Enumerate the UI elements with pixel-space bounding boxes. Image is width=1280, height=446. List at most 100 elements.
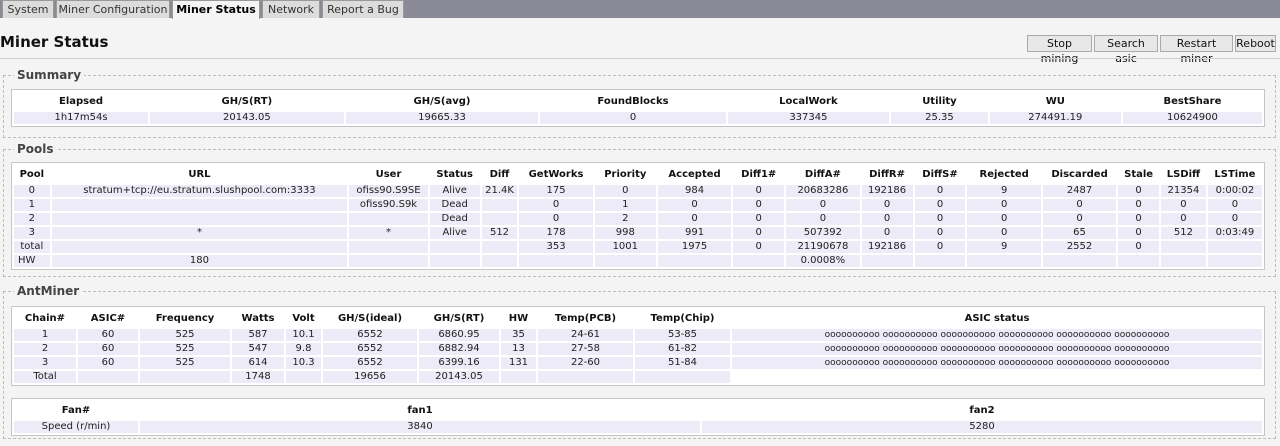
- pools-cell: 0: [1161, 213, 1206, 225]
- antminer-cell: 10.3: [286, 357, 321, 369]
- pools-cell: 0: [1207, 213, 1262, 225]
- asic-status: oooooooooo oooooooooo oooooooooo ooooooo…: [732, 329, 1262, 341]
- summary-cell: 274491.19: [989, 112, 1121, 124]
- pools-cell: 1975: [657, 241, 732, 253]
- pools-cell: [914, 255, 966, 267]
- pools-header: Stale: [1124, 168, 1154, 180]
- restart-miner-button[interactable]: Restart miner: [1160, 35, 1233, 65]
- pools-cell: 1: [594, 199, 656, 211]
- pools-cell: 9: [967, 241, 1041, 253]
- pools-cell: [1207, 241, 1262, 253]
- pools-cell: 984: [657, 185, 732, 197]
- pools-cell: total: [14, 241, 50, 253]
- pools-cell: 507392: [786, 227, 860, 239]
- pools-cell: 2487: [1042, 185, 1117, 197]
- pools-cell: 1001: [594, 241, 656, 253]
- pools-cell: 0: [594, 185, 656, 197]
- pools-total-row: total 353 1001 1975 0 21190678 192186 0 9 2552 0: [14, 241, 1262, 253]
- antminer-cell: 13: [501, 343, 536, 355]
- tab-network[interactable]: Network: [262, 0, 320, 18]
- summary-row: 1h17m54s 20143.05 19665.33 0 337345 25.3…: [14, 112, 1262, 124]
- antminer-cell: 3: [14, 357, 76, 369]
- pools-cell: [349, 255, 428, 267]
- pools-cell: 0: [519, 213, 593, 225]
- pools-cell: 21.4K: [481, 185, 518, 197]
- page-title: Miner Status: [0, 33, 109, 51]
- pools-cell: 192186: [861, 185, 913, 197]
- antminer-cell: 24-61: [538, 329, 633, 341]
- asic-status: oooooooooo oooooooooo oooooooooo ooooooo…: [732, 343, 1262, 355]
- pools-cell: [1118, 255, 1159, 267]
- pools-cell: 0: [861, 213, 913, 225]
- tab-miner-configuration[interactable]: Miner Configuration: [56, 0, 170, 18]
- pools-cell: [481, 199, 518, 211]
- antminer-cell: 60: [78, 343, 138, 355]
- pools-cell: [967, 255, 1041, 267]
- fans-header: Fan#: [61, 404, 91, 416]
- pools-cell: [519, 255, 593, 267]
- antminer-cell: 60: [78, 329, 138, 341]
- antminer-header: Watts: [241, 312, 275, 324]
- antminer-cell: 35: [501, 329, 536, 341]
- pools-cell: 0: [1042, 213, 1117, 225]
- pools-cell: 998: [594, 227, 656, 239]
- fans-header: fan1: [407, 404, 433, 416]
- chain-row: 3 60 525 614 10.3 6552 6399.16 131 22-60 51-84 ooo…: [14, 357, 1262, 369]
- summary-cell: 19665.33: [345, 112, 539, 124]
- chain-row: 1 60 525 587 10.1 6552 6860.95 35 24-61 53-85 oooo…: [14, 329, 1262, 341]
- pools-cell: 0: [14, 185, 50, 197]
- pools-cell: Dead: [429, 213, 480, 225]
- pools-cell: 0: [733, 241, 785, 253]
- pools-hw-row: HW 180 0.0008%: [14, 255, 1262, 267]
- pools-cell: 991: [657, 227, 732, 239]
- pools-cell: 175: [519, 185, 593, 197]
- pools-cell: 0: [733, 199, 785, 211]
- pools-cell: Alive: [429, 227, 480, 239]
- pools-cell: [594, 255, 656, 267]
- pools-cell: 0: [967, 213, 1041, 225]
- pools-cell: 0: [967, 227, 1041, 239]
- pool-row: 1 ofiss90.S9k Dead 0 1 0 0 0 0 0 0 0 0 0 0: [14, 199, 1262, 211]
- fans-header: fan2: [969, 404, 995, 416]
- pools-cell: *: [349, 227, 428, 239]
- fan2-speed: 5280: [702, 421, 1262, 433]
- pools-cell: [1161, 255, 1206, 267]
- pools-cell: 0: [914, 199, 966, 211]
- antminer-cell: 6552: [323, 343, 417, 355]
- pools-hw-value: 180: [51, 255, 348, 267]
- antminer-cell: [538, 371, 633, 383]
- pools-cell: 0: [1161, 199, 1206, 211]
- pools-cell: 512: [1161, 227, 1206, 239]
- pools-cell: 0: [657, 213, 732, 225]
- pools-header: DiffA#: [804, 168, 841, 180]
- summary-cell: 1h17m54s: [14, 112, 149, 124]
- pools-cell: 0: [1207, 199, 1262, 211]
- summary-legend: Summary: [14, 68, 85, 82]
- pools-cell: 0: [1118, 213, 1159, 225]
- chain-row: 2 60 525 547 9.8 6552 6882.94 13 27-58 61-82 ooooo…: [14, 343, 1262, 355]
- antminer-table: Chain# ASIC# Frequency Watts Volt GH/S(i…: [11, 306, 1265, 386]
- tab-report-a-bug[interactable]: Report a Bug: [322, 0, 404, 18]
- antminer-cell: 53-85: [635, 329, 730, 341]
- reboot-button[interactable]: Reboot: [1235, 35, 1276, 52]
- antminer-cell: 6552: [323, 329, 417, 341]
- pools-cell: 0: [914, 185, 966, 197]
- stop-mining-button[interactable]: Stop mining: [1027, 35, 1092, 65]
- pools-header: Pool: [19, 168, 45, 180]
- antminer-header: ASIC status: [964, 312, 1030, 324]
- pool-row: 0 stratum+tcp://eu.stratum.slushpool.com:…: [14, 185, 1262, 197]
- antminer-cell: [140, 371, 230, 383]
- tab-bar: System Miner Configuration Miner Status …: [0, 0, 1280, 19]
- pool-row: 3 * * Alive 512 178 998 991 0 507392 0 0 0 65 0 512 0:03…: [14, 227, 1262, 239]
- fans-speed-row: Speed (r/min) 3840 5280: [14, 421, 1262, 433]
- pools-cell: 0: [1118, 199, 1159, 211]
- asic-status: oooooooooo oooooooooo oooooooooo ooooooo…: [732, 357, 1262, 369]
- search-asic-button[interactable]: Search asic: [1094, 35, 1158, 65]
- antminer-total-rt: 20143.05: [419, 371, 499, 383]
- antminer-cell: [732, 371, 1262, 383]
- tab-system[interactable]: System: [2, 0, 54, 18]
- antminer-cell: 547: [232, 343, 284, 355]
- pools-cell: 9: [967, 185, 1041, 197]
- pools-cell: 0: [861, 199, 913, 211]
- tab-miner-status[interactable]: Miner Status: [172, 0, 260, 19]
